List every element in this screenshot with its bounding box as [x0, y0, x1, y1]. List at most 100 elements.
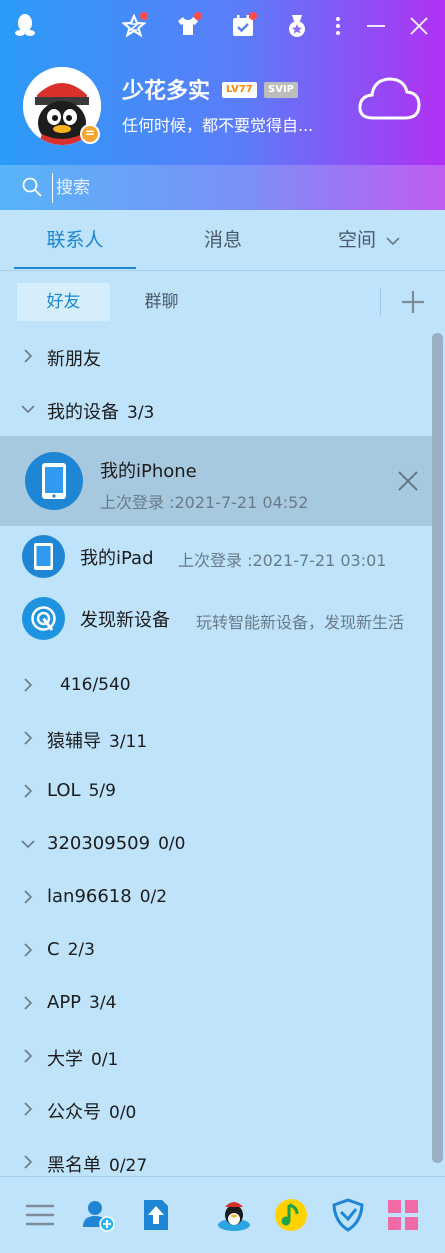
zone-star-icon[interactable] — [120, 12, 148, 40]
group-new-friends[interactable]: 新朋友 — [0, 331, 433, 384]
online-status-icon[interactable]: = — [80, 124, 100, 144]
search-icon — [22, 177, 42, 197]
close-icon[interactable] — [405, 12, 433, 40]
group-label: APP 3/4 — [47, 992, 116, 1013]
notification-dot — [140, 12, 148, 20]
group-count: 0/27 — [109, 1156, 148, 1176]
group-name: 320309509 — [47, 833, 151, 854]
contact-subtabs: 好友 群聊 — [0, 271, 445, 331]
device-row-ipad[interactable]: 我的iPad 上次登录 :2021-7-21 03:01 — [0, 526, 433, 588]
group-label: lan96618 0/2 — [47, 886, 167, 907]
qq-main-window: = 少花多实 LV77 SVIP 任何时候，都不要觉得自... 联系人 消息 空… — [0, 0, 445, 1253]
group-count: 3/11 — [109, 732, 148, 752]
group-name: 猿辅导 — [47, 731, 101, 752]
device-last-login: 上次登录 :2021-7-21 03:01 — [178, 551, 387, 570]
notification-dot — [194, 12, 202, 20]
group-count: 5/9 — [88, 781, 116, 801]
group-name: lan96618 — [47, 886, 132, 907]
nickname[interactable]: 少花多实 — [122, 73, 210, 105]
group-university[interactable]: 大学 0/1 — [0, 1031, 433, 1084]
group-name: APP — [47, 992, 82, 1013]
chevron-right-icon — [24, 1102, 33, 1116]
device-name: 我的iPhone — [100, 461, 197, 482]
calendar-check-icon[interactable] — [229, 12, 257, 40]
bottom-toolbar — [0, 1176, 445, 1253]
medal-icon[interactable] — [283, 12, 311, 40]
tab-zone-label: 空间 — [337, 229, 376, 251]
group-count: 0/0 — [109, 1103, 137, 1123]
device-name: 发现新设备 — [80, 610, 170, 631]
group-count: 2/3 — [67, 940, 95, 960]
level-badge[interactable]: LV77 — [222, 82, 257, 98]
scrollbar-thumb[interactable] — [432, 333, 443, 1163]
signature[interactable]: 任何时候，都不要觉得自... — [122, 112, 313, 136]
chevron-right-icon — [24, 890, 33, 904]
group-label: 新朋友 — [47, 349, 101, 370]
device-row-discover[interactable]: 发现新设备 玩转智能新设备，发现新生活 — [0, 588, 433, 650]
group-unnamed[interactable]: 416/540 — [0, 660, 433, 713]
group-label: 416/540 — [52, 674, 131, 695]
group-count: 416/540 — [60, 675, 131, 695]
close-icon[interactable] — [397, 470, 419, 492]
main-tabs: 联系人 消息 空间 — [0, 210, 445, 271]
divider — [380, 288, 381, 316]
title-bar — [0, 0, 445, 52]
device-name: 我的iPad — [80, 548, 154, 569]
group-label: 公众号 0/0 — [47, 1098, 136, 1124]
chevron-down-icon — [21, 405, 35, 414]
file-transfer-icon[interactable] — [138, 1197, 174, 1233]
group-label: 大学 0/1 — [47, 1045, 118, 1071]
search-input[interactable] — [52, 173, 428, 203]
more-icon[interactable] — [324, 12, 352, 40]
group-count: 3/3 — [127, 403, 155, 423]
group-lol[interactable]: LOL 5/9 — [0, 766, 433, 819]
group-320309509[interactable]: 320309509 0/0 — [0, 819, 433, 872]
qq-music-icon[interactable] — [273, 1197, 309, 1233]
chevron-right-icon — [24, 1155, 33, 1169]
notification-dot — [249, 12, 257, 20]
chevron-right-icon — [24, 784, 33, 798]
group-count: 0/1 — [91, 1050, 119, 1070]
group-lan96618[interactable]: lan96618 0/2 — [0, 872, 433, 925]
security-shield-icon[interactable] — [330, 1197, 366, 1233]
app-manager-icon[interactable] — [385, 1197, 421, 1233]
group-count: 3/4 — [89, 993, 117, 1013]
chevron-right-icon — [24, 731, 33, 745]
weather-cloud-icon[interactable] — [357, 70, 421, 126]
group-yuanfudao[interactable]: 猿辅导 3/11 — [0, 713, 433, 766]
group-name: C — [47, 939, 60, 960]
group-official-accounts[interactable]: 公众号 0/0 — [0, 1084, 433, 1137]
chevron-right-icon — [24, 678, 33, 692]
group-label: LOL 5/9 — [47, 780, 116, 801]
main-menu-icon[interactable] — [22, 1197, 58, 1233]
chevron-right-icon — [24, 943, 33, 957]
add-friend-icon[interactable] — [80, 1197, 116, 1233]
chevron-down-icon — [21, 840, 35, 849]
tshirt-icon[interactable] — [174, 12, 202, 40]
chevron-down-icon — [386, 237, 400, 246]
chevron-right-icon — [24, 349, 33, 363]
tab-zone[interactable]: 空间 — [308, 210, 430, 270]
minimize-icon[interactable] — [362, 12, 390, 40]
group-name: 公众号 — [47, 1102, 101, 1123]
penguin-game-icon[interactable] — [216, 1197, 252, 1233]
tab-messages[interactable]: 消息 — [162, 210, 284, 270]
group-label: 猿辅导 3/11 — [47, 727, 147, 753]
qq-logo-icon — [15, 14, 35, 36]
tab-contacts[interactable]: 联系人 — [14, 210, 136, 270]
discover-device-icon — [22, 597, 65, 640]
group-label: 320309509 0/0 — [47, 833, 185, 854]
add-icon[interactable] — [399, 288, 427, 316]
device-row-iphone[interactable]: 我的iPhone 上次登录 :2021-7-21 04:52 — [0, 436, 433, 526]
vip-badge[interactable]: SVIP — [264, 82, 298, 98]
device-description: 玩转智能新设备，发现新生活 — [196, 613, 405, 632]
ipad-icon — [22, 535, 65, 578]
profile-header: = 少花多实 LV77 SVIP 任何时候，都不要觉得自... — [0, 0, 445, 165]
group-my-devices[interactable]: 我的设备 3/3 — [0, 384, 433, 437]
group-count: 0/2 — [139, 887, 168, 907]
iphone-icon — [25, 452, 83, 510]
group-app[interactable]: APP 3/4 — [0, 978, 433, 1031]
group-c[interactable]: C 2/3 — [0, 925, 433, 978]
subtab-friends[interactable]: 好友 — [17, 283, 110, 321]
subtab-groups[interactable]: 群聊 — [115, 283, 208, 321]
